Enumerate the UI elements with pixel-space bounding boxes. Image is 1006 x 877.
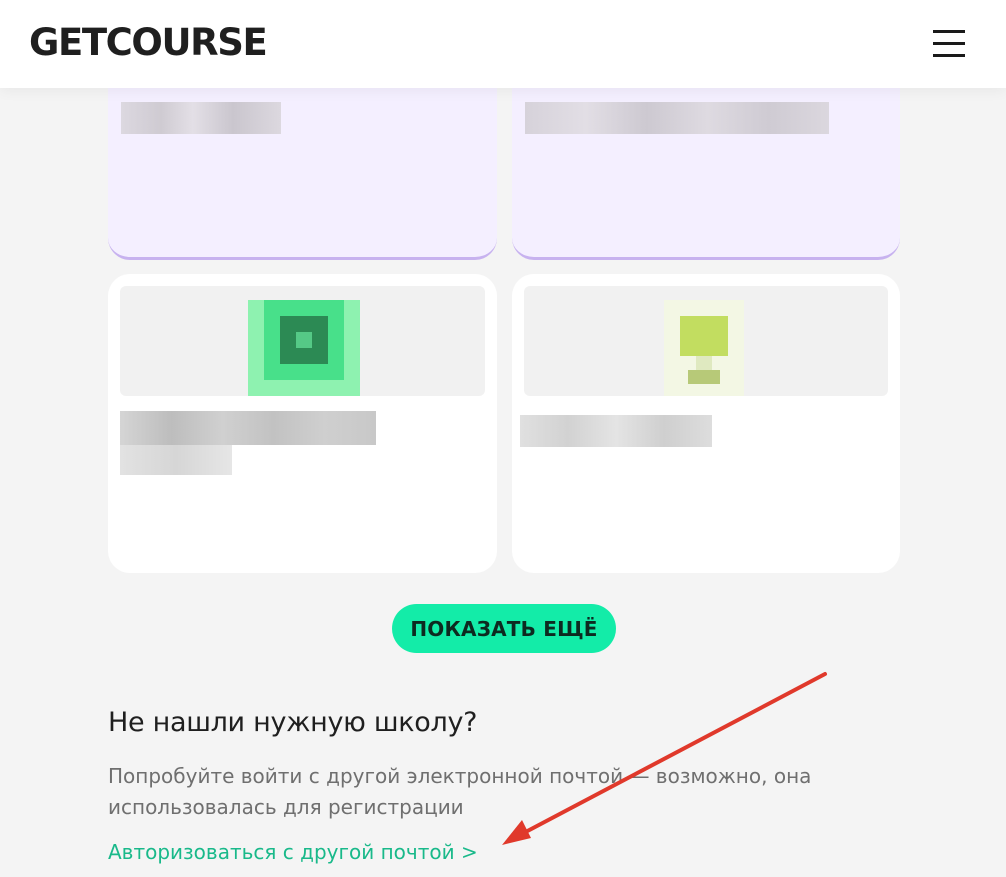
school-logo xyxy=(120,286,485,396)
blurred-school-name xyxy=(525,102,829,134)
not-found-title: Не нашли нужную школу? xyxy=(108,707,478,738)
not-found-description: Попробуйте войти с другой электронной по… xyxy=(108,764,812,819)
blurred-school-name xyxy=(520,415,712,447)
blurred-logo-image xyxy=(688,370,720,384)
blurred-school-name xyxy=(121,102,281,134)
logo[interactable]: GETCOURSE xyxy=(29,20,268,66)
menu-line xyxy=(933,42,965,45)
login-with-other-email-link[interactable]: Авторизоваться с другой почтой > xyxy=(108,840,478,864)
menu-line xyxy=(933,30,965,33)
show-more-button[interactable]: ПОКАЗАТЬ ЕЩЁ xyxy=(392,604,616,653)
menu-line xyxy=(933,54,965,57)
school-card[interactable] xyxy=(512,274,900,573)
school-logo xyxy=(524,286,888,396)
blurred-school-subtitle xyxy=(120,445,232,475)
blurred-school-name xyxy=(120,411,376,445)
school-card[interactable] xyxy=(108,274,497,573)
blurred-logo-image xyxy=(296,332,312,348)
top-bar: GETCOURSE xyxy=(0,0,1006,88)
blurred-logo-image xyxy=(680,316,728,356)
hamburger-menu-icon[interactable] xyxy=(933,28,967,60)
blurred-logo-image xyxy=(696,356,712,370)
